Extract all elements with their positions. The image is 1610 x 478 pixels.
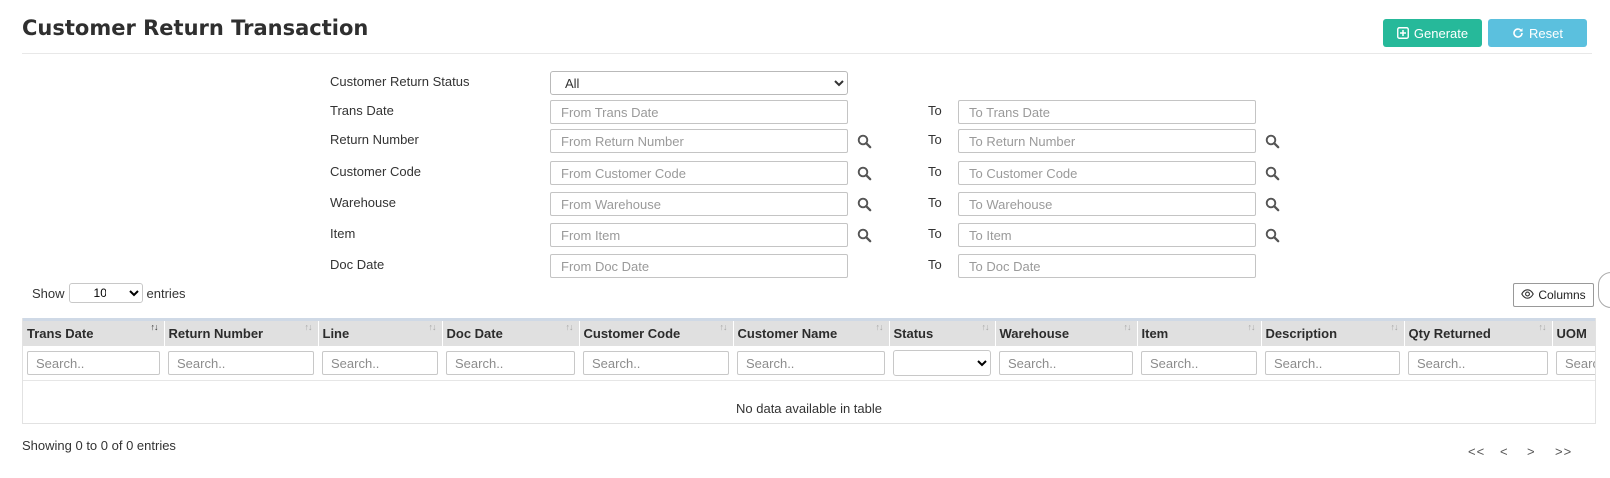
column-header-description[interactable]: Description ↑↓ bbox=[1261, 318, 1405, 346]
refresh-icon bbox=[1512, 27, 1524, 39]
column-header-item[interactable]: Item ↑↓ bbox=[1137, 318, 1262, 346]
pagination-previous[interactable]: < bbox=[1500, 444, 1509, 459]
sort-icon: ↑↓ bbox=[1123, 322, 1132, 332]
return-number-label: Return Number bbox=[330, 132, 419, 147]
customer-return-status-label: Customer Return Status bbox=[330, 74, 470, 89]
search-customer-code-input[interactable] bbox=[583, 351, 729, 375]
column-search-row bbox=[23, 346, 1595, 381]
pagination-next[interactable]: > bbox=[1527, 444, 1536, 459]
to-label-trans-date: To bbox=[928, 103, 942, 118]
reset-label: Reset bbox=[1529, 25, 1563, 41]
search-icon[interactable] bbox=[857, 197, 873, 213]
search-uom-input[interactable] bbox=[1556, 351, 1595, 375]
column-header-qty-returned[interactable]: Qty Returned ↑↓ bbox=[1404, 318, 1553, 346]
reset-button[interactable]: Reset bbox=[1488, 19, 1587, 47]
search-doc-date-input[interactable] bbox=[446, 351, 575, 375]
entries-label: entries bbox=[146, 285, 186, 301]
sort-icon: ↑↓ bbox=[428, 322, 437, 332]
search-trans-date-input[interactable] bbox=[27, 351, 160, 375]
to-label-customer-code: To bbox=[928, 164, 942, 179]
eye-icon bbox=[1521, 288, 1535, 302]
search-icon[interactable] bbox=[1265, 166, 1281, 182]
sort-icon: ↑↓ bbox=[875, 322, 884, 332]
generate-label: Generate bbox=[1413, 25, 1469, 41]
to-customer-code-input[interactable] bbox=[958, 161, 1256, 185]
plus-square-icon bbox=[1396, 27, 1409, 39]
empty-table-message: No data available in table bbox=[736, 401, 882, 416]
to-warehouse-input[interactable] bbox=[958, 192, 1256, 216]
search-icon[interactable] bbox=[857, 134, 873, 150]
column-header-customer-code[interactable]: Customer Code ↑↓ bbox=[579, 318, 734, 346]
column-header-uom[interactable]: UOM bbox=[1552, 318, 1595, 346]
sort-icon: ↑↓ bbox=[565, 322, 574, 332]
from-customer-code-input[interactable] bbox=[550, 161, 848, 185]
column-header-warehouse[interactable]: Warehouse ↑↓ bbox=[995, 318, 1138, 346]
from-warehouse-input[interactable] bbox=[550, 192, 848, 216]
customer-code-label: Customer Code bbox=[330, 164, 422, 179]
sort-icon: ↑↓ bbox=[304, 322, 313, 332]
results-table-container: Trans Date ↑↓ Return Number ↑↓ Line ↑↓ Doc … bbox=[22, 318, 1596, 424]
search-description-input[interactable] bbox=[1265, 351, 1400, 375]
doc-date-label: Doc Date bbox=[330, 257, 385, 272]
sort-icon: ↑↓ bbox=[150, 322, 159, 332]
page-length-control: Show 10 entries bbox=[32, 283, 186, 303]
to-return-number-input[interactable] bbox=[958, 129, 1256, 153]
search-icon[interactable] bbox=[857, 228, 873, 244]
sort-icon: ↑↓ bbox=[1390, 322, 1399, 332]
page-title: Customer Return Transaction bbox=[22, 16, 369, 40]
column-header-doc-date[interactable]: Doc Date ↑↓ bbox=[442, 318, 580, 346]
sort-icon: ↑↓ bbox=[981, 322, 990, 332]
to-label-warehouse: To bbox=[928, 195, 942, 210]
column-header-status[interactable]: Status ↑↓ bbox=[889, 318, 996, 346]
from-trans-date-input[interactable] bbox=[550, 100, 848, 124]
to-label-item: To bbox=[928, 226, 942, 241]
generate-button[interactable]: Generate bbox=[1383, 19, 1482, 47]
from-item-input[interactable] bbox=[550, 223, 848, 247]
to-label-return-number: To bbox=[928, 132, 942, 147]
to-trans-date-input[interactable] bbox=[958, 100, 1256, 124]
to-item-input[interactable] bbox=[958, 223, 1256, 247]
title-divider bbox=[22, 53, 1592, 54]
search-customer-name-input[interactable] bbox=[737, 351, 885, 375]
search-icon[interactable] bbox=[1265, 134, 1281, 150]
search-icon[interactable] bbox=[857, 166, 873, 182]
search-item-input[interactable] bbox=[1141, 351, 1257, 375]
search-status-select[interactable] bbox=[893, 350, 991, 376]
to-doc-date-input[interactable] bbox=[958, 254, 1256, 278]
to-label-doc-date: To bbox=[928, 257, 942, 272]
search-line-input[interactable] bbox=[322, 351, 438, 375]
sort-icon: ↑↓ bbox=[1247, 322, 1256, 332]
item-label: Item bbox=[330, 226, 356, 241]
search-warehouse-input[interactable] bbox=[999, 351, 1133, 375]
table-header-row: Trans Date ↑↓ Return Number ↑↓ Line ↑↓ Doc … bbox=[23, 318, 1595, 346]
results-table: Trans Date ↑↓ Return Number ↑↓ Line ↑↓ Doc … bbox=[23, 318, 1595, 381]
from-return-number-input[interactable] bbox=[550, 129, 848, 153]
column-header-line[interactable]: Line ↑↓ bbox=[318, 318, 443, 346]
side-panel-handle[interactable] bbox=[1598, 272, 1610, 308]
customer-return-status-select[interactable]: All bbox=[550, 71, 848, 95]
warehouse-label: Warehouse bbox=[330, 195, 396, 210]
columns-label: Columns bbox=[1538, 288, 1586, 302]
sort-icon: ↑↓ bbox=[1538, 322, 1547, 332]
pagination-last[interactable]: >> bbox=[1555, 444, 1572, 459]
column-header-customer-name[interactable]: Customer Name ↑↓ bbox=[733, 318, 890, 346]
search-icon[interactable] bbox=[1265, 228, 1281, 244]
table-info: Showing 0 to 0 of 0 entries bbox=[22, 438, 176, 453]
page-length-select[interactable]: 10 bbox=[68, 283, 143, 303]
column-header-trans-date[interactable]: Trans Date ↑↓ bbox=[23, 318, 165, 346]
trans-date-label: Trans Date bbox=[330, 103, 394, 118]
search-icon[interactable] bbox=[1265, 197, 1281, 213]
column-header-return-number[interactable]: Return Number ↑↓ bbox=[164, 318, 319, 346]
show-label: Show bbox=[32, 285, 65, 301]
from-doc-date-input[interactable] bbox=[550, 254, 848, 278]
search-return-number-input[interactable] bbox=[168, 351, 314, 375]
sort-icon: ↑↓ bbox=[719, 322, 728, 332]
columns-button[interactable]: Columns bbox=[1513, 283, 1594, 307]
search-qty-returned-input[interactable] bbox=[1408, 351, 1548, 375]
pagination-first[interactable]: << bbox=[1468, 444, 1485, 459]
